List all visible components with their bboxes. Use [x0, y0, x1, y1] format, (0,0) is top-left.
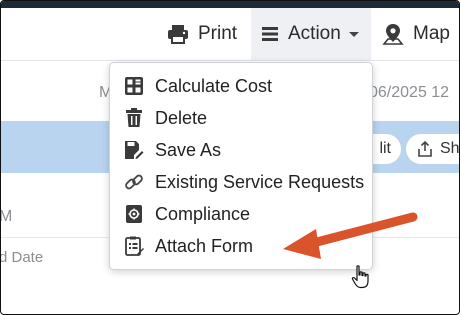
- app-window: Print Action Map M 06/2025 12 lit Sh M d…: [0, 0, 460, 315]
- hand-cursor-icon: [351, 265, 369, 289]
- annotation-arrow-icon: [283, 212, 418, 259]
